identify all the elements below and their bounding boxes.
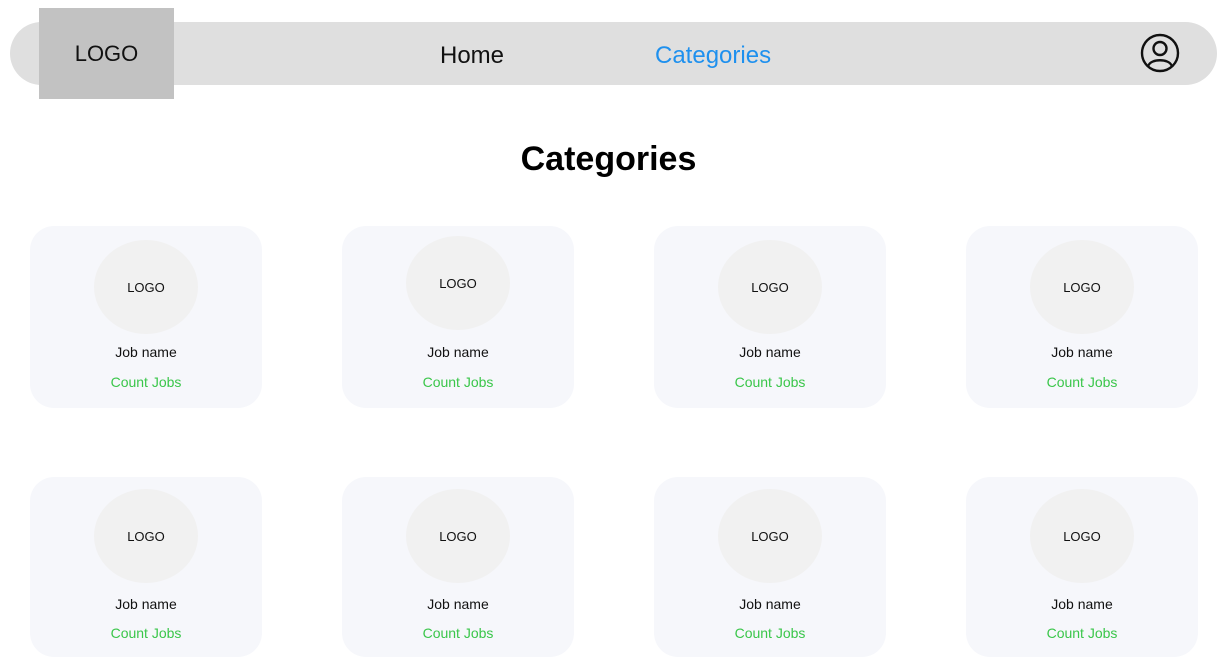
- nav-link-home[interactable]: Home: [440, 40, 504, 72]
- category-job-name: Job name: [739, 344, 801, 360]
- category-card[interactable]: LOGO Job name Count Jobs: [30, 226, 262, 408]
- category-job-count: Count Jobs: [734, 374, 806, 390]
- category-card[interactable]: LOGO Job name Count Jobs: [654, 477, 886, 657]
- category-job-name: Job name: [1051, 596, 1113, 612]
- category-job-count: Count Jobs: [422, 625, 494, 641]
- category-card[interactable]: LOGO Job name Count Jobs: [966, 226, 1198, 408]
- category-job-name: Job name: [739, 596, 801, 612]
- category-job-name: Job name: [115, 596, 177, 612]
- category-job-name: Job name: [427, 596, 489, 612]
- category-logo: LOGO: [94, 489, 198, 583]
- category-card[interactable]: LOGO Job name Count Jobs: [342, 477, 574, 657]
- category-job-name: Job name: [427, 344, 489, 360]
- category-card[interactable]: LOGO Job name Count Jobs: [342, 226, 574, 408]
- category-job-name: Job name: [1051, 344, 1113, 360]
- navbar: [10, 22, 1217, 85]
- category-card[interactable]: LOGO Job name Count Jobs: [966, 477, 1198, 657]
- nav-link-categories[interactable]: Categories: [655, 40, 771, 72]
- category-logo: LOGO: [406, 236, 510, 330]
- category-job-count: Count Jobs: [422, 374, 494, 390]
- category-logo: LOGO: [718, 240, 822, 334]
- user-circle-icon[interactable]: [1140, 33, 1180, 73]
- category-job-count: Count Jobs: [734, 625, 806, 641]
- category-job-count: Count Jobs: [110, 374, 182, 390]
- category-card[interactable]: LOGO Job name Count Jobs: [654, 226, 886, 408]
- category-job-count: Count Jobs: [1046, 374, 1118, 390]
- category-logo: LOGO: [718, 489, 822, 583]
- category-job-count: Count Jobs: [1046, 625, 1118, 641]
- category-job-name: Job name: [115, 344, 177, 360]
- site-logo[interactable]: LOGO: [39, 8, 174, 99]
- category-card[interactable]: LOGO Job name Count Jobs: [30, 477, 262, 657]
- page-title: Categories: [520, 140, 697, 178]
- category-logo: LOGO: [1030, 240, 1134, 334]
- category-logo: LOGO: [94, 240, 198, 334]
- category-job-count: Count Jobs: [110, 625, 182, 641]
- category-logo: LOGO: [406, 489, 510, 583]
- category-logo: LOGO: [1030, 489, 1134, 583]
